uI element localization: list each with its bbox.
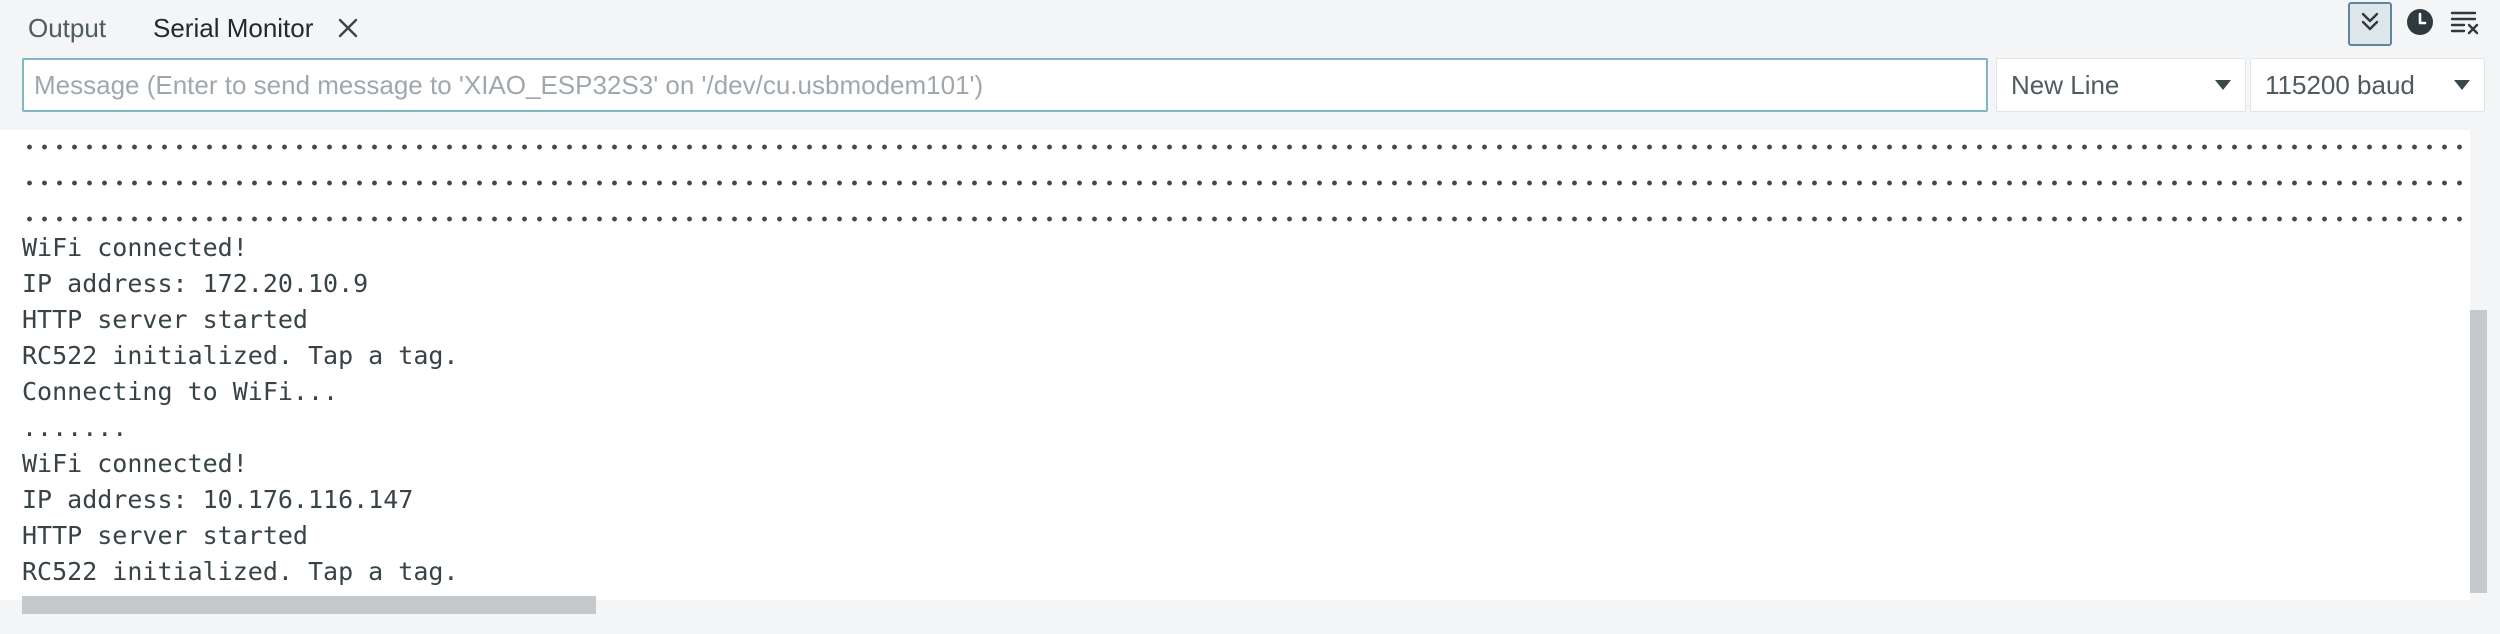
baud-rate-value: 115200 baud <box>2265 70 2415 100</box>
console-line: RC522 initialized. Tap a tag. <box>22 341 459 370</box>
close-icon[interactable] <box>334 14 362 42</box>
baud-rate-select[interactable]: 115200 baud <box>2250 58 2485 112</box>
chevron-down-icon <box>2215 80 2231 90</box>
autoscroll-toggle-button[interactable] <box>2348 2 2392 46</box>
dot-progress-line <box>22 202 2470 238</box>
clear-output-icon <box>2449 7 2483 42</box>
dot-progress-line <box>22 130 2470 166</box>
dot-progress-line <box>22 166 2470 202</box>
console-line: IP address: 172.20.10.9 <box>22 269 369 298</box>
panel-tab-bar: Output Serial Monitor <box>0 0 2500 56</box>
console-line: IP address: 10.176.116.147 <box>22 485 414 514</box>
vertical-scrollbar[interactable] <box>2470 310 2487 593</box>
horizontal-scrollbar[interactable] <box>22 596 596 614</box>
console-line: RC522 initialized. Tap a tag. <box>22 557 459 586</box>
clock-icon <box>2404 6 2436 43</box>
console-line: Connecting to WiFi... <box>22 377 339 406</box>
chevron-down-icon <box>2454 80 2470 90</box>
chevrons-down-icon <box>2356 8 2384 41</box>
console-line: WiFi connected! <box>22 233 248 262</box>
clear-output-button[interactable] <box>2444 2 2488 46</box>
serial-output-console[interactable]: WiFi connected! IP address: 172.20.10.9 … <box>0 130 2470 600</box>
tab-output[interactable]: Output <box>28 10 106 46</box>
tab-serial-monitor[interactable]: Serial Monitor <box>153 10 313 46</box>
console-line: HTTP server started <box>22 305 308 334</box>
line-ending-value: New Line <box>2011 70 2120 100</box>
line-ending-select[interactable]: New Line <box>1996 58 2246 112</box>
console-line: ....... <box>22 413 128 442</box>
message-input[interactable] <box>22 58 1988 112</box>
timestamp-toggle-button[interactable] <box>2398 2 2442 46</box>
console-line: WiFi connected! <box>22 449 248 478</box>
console-line: HTTP server started <box>22 521 308 550</box>
